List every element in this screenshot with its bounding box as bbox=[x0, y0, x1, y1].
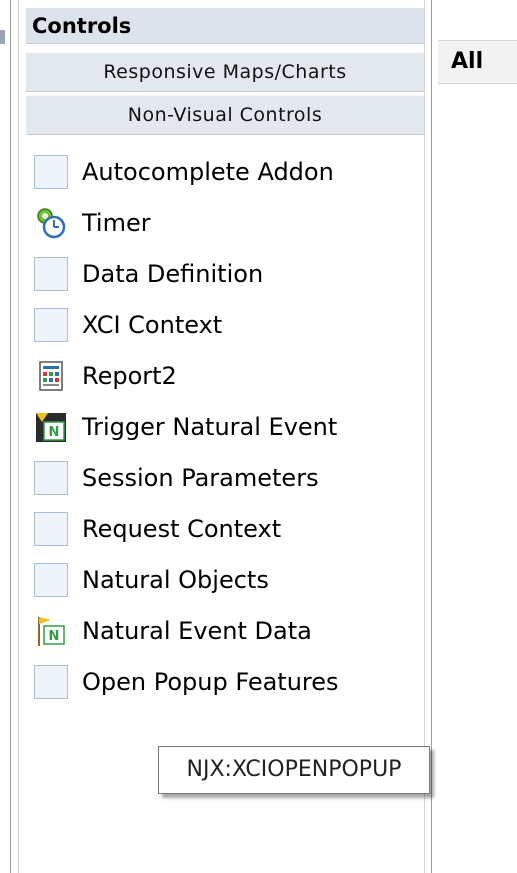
control-item-data-definition[interactable]: Data Definition bbox=[34, 248, 424, 299]
tab-all[interactable]: All bbox=[438, 40, 517, 84]
rail-divider bbox=[10, 0, 11, 873]
control-item-natural-event-data[interactable]: N Natural Event Data bbox=[34, 605, 424, 656]
control-item-trigger-natural-event[interactable]: N Trigger Natural Event bbox=[34, 401, 424, 452]
svg-text:N: N bbox=[49, 425, 60, 440]
left-rail bbox=[0, 0, 22, 873]
group-non-visual-controls[interactable]: Non-Visual Controls bbox=[26, 95, 424, 135]
blank-control-icon bbox=[34, 256, 68, 291]
group-responsive-maps-charts[interactable]: Responsive Maps/Charts bbox=[26, 52, 424, 92]
blank-control-icon bbox=[34, 307, 68, 342]
tooltip: NJX:XCIOPENPOPUP bbox=[158, 746, 430, 794]
palette-title: Controls bbox=[26, 8, 424, 44]
control-item-autocomplete-addon[interactable]: Autocomplete Addon bbox=[34, 146, 424, 197]
rail-marker bbox=[0, 30, 5, 44]
natural-event-data-icon: N bbox=[34, 614, 68, 648]
control-item-open-popup-features[interactable]: Open Popup Features bbox=[34, 656, 424, 707]
blank-control-icon bbox=[34, 664, 68, 699]
control-item-label: Report2 bbox=[82, 361, 177, 390]
control-item-label: Natural Objects bbox=[82, 565, 269, 594]
blank-control-icon bbox=[34, 562, 68, 597]
control-item-xci-context[interactable]: XCI Context bbox=[34, 299, 424, 350]
blank-control-icon bbox=[34, 460, 68, 495]
controls-palette: Controls Responsive Maps/Charts Non-Visu… bbox=[22, 0, 424, 873]
control-item-label: XCI Context bbox=[82, 310, 223, 339]
blank-control-icon bbox=[34, 154, 68, 189]
panel-splitter[interactable] bbox=[431, 0, 432, 873]
control-item-label: Autocomplete Addon bbox=[82, 157, 334, 186]
control-item-label: Request Context bbox=[82, 514, 282, 543]
control-item-label: Trigger Natural Event bbox=[82, 412, 338, 441]
control-item-timer[interactable]: Timer bbox=[34, 197, 424, 248]
control-item-label: Natural Event Data bbox=[82, 616, 312, 645]
control-item-label: Session Parameters bbox=[82, 463, 319, 492]
panel-divider bbox=[424, 0, 425, 873]
report-icon bbox=[34, 359, 68, 393]
rail-divider-inner bbox=[18, 0, 19, 873]
control-list: Autocomplete Addon Timer Data Definition… bbox=[34, 146, 424, 707]
control-item-request-context[interactable]: Request Context bbox=[34, 503, 424, 554]
svg-text:N: N bbox=[49, 629, 60, 644]
control-item-label: Open Popup Features bbox=[82, 667, 339, 696]
control-item-label: Timer bbox=[82, 208, 151, 237]
timer-icon bbox=[34, 206, 68, 240]
control-item-label: Data Definition bbox=[82, 259, 264, 288]
tab-area bbox=[438, 0, 517, 873]
control-item-session-parameters[interactable]: Session Parameters bbox=[34, 452, 424, 503]
blank-control-icon bbox=[34, 511, 68, 546]
control-item-natural-objects[interactable]: Natural Objects bbox=[34, 554, 424, 605]
control-item-report2[interactable]: Report2 bbox=[34, 350, 424, 401]
natural-event-icon: N bbox=[34, 410, 68, 444]
